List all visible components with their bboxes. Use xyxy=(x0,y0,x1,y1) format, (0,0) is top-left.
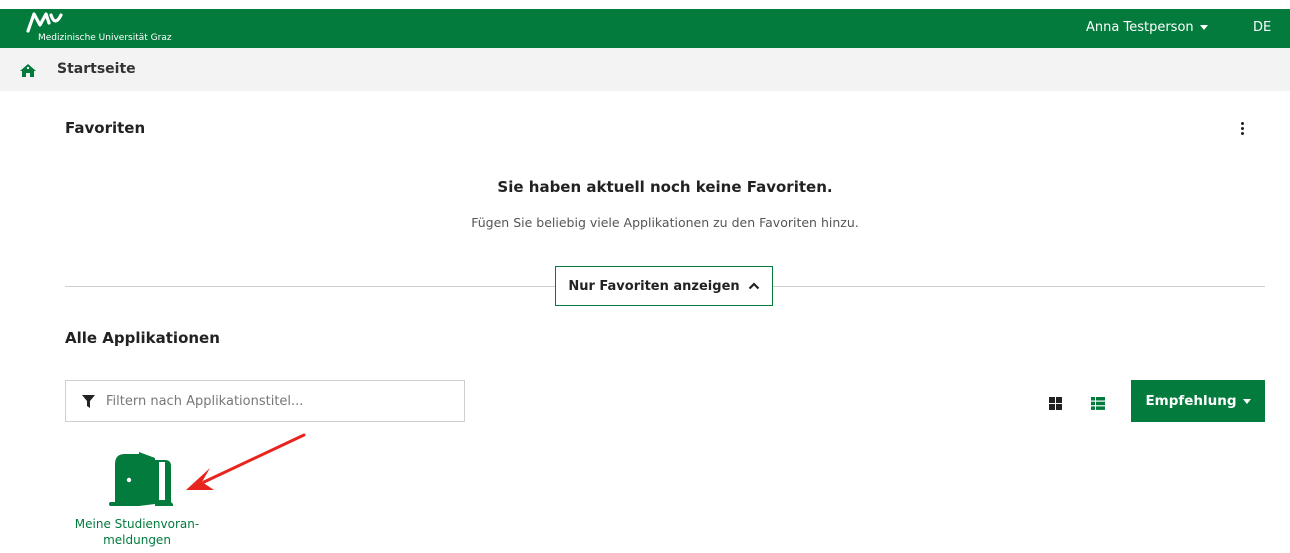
language-switch[interactable]: DE xyxy=(1253,20,1271,35)
logo-text: Medizinische Universität Graz xyxy=(38,33,172,43)
filter-icon xyxy=(82,395,95,408)
sort-recommendation-label: Empfehlung xyxy=(1145,393,1237,409)
show-favorites-only-button[interactable]: Nur Favoriten anzeigen xyxy=(555,266,773,306)
caret-down-icon xyxy=(1199,25,1208,30)
all-applications-heading: Alle Applikationen xyxy=(65,329,220,347)
user-name: Anna Testperson xyxy=(1086,20,1194,35)
chevron-up-icon xyxy=(748,282,759,290)
app-tile-label: Meine Studienvoran- meldungen xyxy=(74,517,200,547)
kebab-menu-icon[interactable] xyxy=(1237,122,1247,140)
user-menu[interactable]: Anna Testperson xyxy=(1086,20,1208,35)
sort-recommendation-button[interactable]: Empfehlung xyxy=(1131,380,1265,422)
caret-down-icon xyxy=(1242,398,1251,404)
favorites-heading: Favoriten xyxy=(65,119,146,137)
favorites-empty-subtitle: Fügen Sie beliebig viele Applikationen z… xyxy=(471,215,859,230)
breadcrumb-current[interactable]: Startseite xyxy=(57,61,136,77)
breadcrumb: Startseite xyxy=(0,48,1290,91)
home-icon[interactable] xyxy=(20,64,36,77)
annotation-arrow-icon xyxy=(186,433,306,490)
grid-view-icon[interactable] xyxy=(1049,397,1062,410)
list-view-icon[interactable] xyxy=(1091,397,1105,410)
logo-mark-icon xyxy=(26,12,63,33)
favorites-empty-title: Sie haben aktuell noch keine Favoriten. xyxy=(497,178,833,196)
door-icon xyxy=(109,452,173,506)
top-navbar: Medizinische Universität Graz Anna Testp… xyxy=(0,9,1290,48)
university-logo[interactable]: Medizinische Universität Graz xyxy=(20,9,210,48)
filter-input[interactable] xyxy=(106,382,456,420)
show-favorites-only-label: Nur Favoriten anzeigen xyxy=(568,278,740,294)
divider xyxy=(773,286,1265,287)
divider xyxy=(65,286,555,287)
filter-box xyxy=(65,380,465,422)
